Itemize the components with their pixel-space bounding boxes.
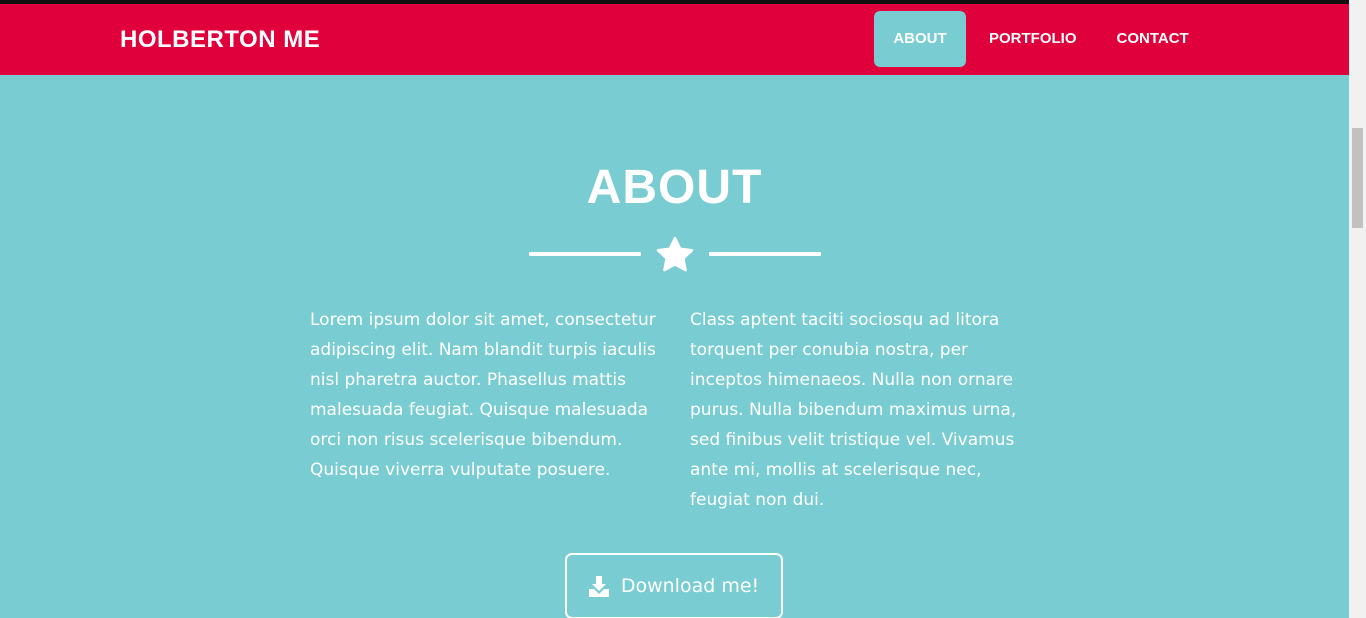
divider-line-right [709, 252, 821, 256]
star-icon [656, 236, 694, 272]
nav-item-contact[interactable]: CONTACT [1100, 11, 1206, 67]
main-nav: ABOUT PORTFOLIO CONTACT [874, 11, 1212, 67]
download-icon [588, 576, 609, 597]
about-paragraph-right: Class aptent taciti sociosqu ad litora t… [690, 310, 1017, 510]
divider-line-left [529, 252, 641, 256]
navbar: HOLBERTON ME ABOUT PORTFOLIO CONTACT [0, 4, 1349, 75]
download-button-label: Download me! [620, 575, 760, 597]
nav-item-portfolio[interactable]: PORTFOLIO [972, 11, 1094, 67]
scrollbar-thumb[interactable] [1352, 128, 1363, 228]
about-paragraph-left: Lorem ipsum dolor sit amet, consectetur … [310, 310, 656, 480]
page-scrollbar[interactable] [1349, 0, 1366, 618]
nav-item-about[interactable]: ABOUT [874, 11, 966, 67]
download-button[interactable]: Download me! [565, 553, 783, 618]
brand-logo[interactable]: HOLBERTON ME [120, 4, 320, 75]
about-title: ABOUT [586, 161, 763, 214]
